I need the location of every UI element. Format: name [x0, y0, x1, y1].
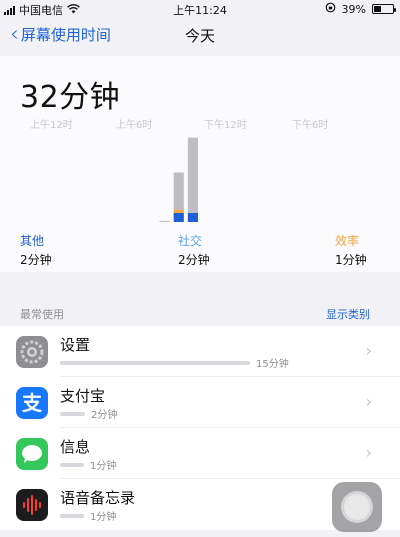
- app-row-alipay[interactable]: 支 支付宝 2分钟 ›: [0, 377, 400, 428]
- category-value: 2分钟: [20, 253, 52, 267]
- app-row-messages[interactable]: 信息 1分钟 ›: [0, 428, 400, 479]
- app-time: 2分钟: [91, 410, 118, 421]
- app-name: 语音备忘录: [60, 489, 136, 507]
- usage-bar: [60, 463, 84, 467]
- category-name: 其他: [20, 234, 45, 248]
- show-categories-link[interactable]: 显示类别: [326, 306, 370, 322]
- category-social[interactable]: 社交 2分钟: [178, 232, 210, 268]
- summary-card: 32分钟 上午12时 上午6时 下午12时 下午6时 其他 2分钟 社交 2分钟…: [0, 56, 400, 272]
- chevron-right-icon: ›: [365, 443, 372, 462]
- usage-bar: [60, 412, 85, 416]
- orientation-lock-icon: [325, 2, 336, 16]
- app-name: 信息: [60, 438, 91, 456]
- chart-bar-segment: [159, 220, 170, 222]
- chevron-right-icon: ›: [365, 341, 372, 360]
- chevron-right-icon: ›: [365, 392, 372, 411]
- chart-bar-segment: [187, 213, 198, 222]
- settings-icon: [16, 336, 48, 368]
- app-name: 支付宝: [60, 387, 106, 405]
- app-name: 设置: [60, 336, 91, 354]
- usage-bar: [60, 514, 84, 518]
- category-value: 1分钟: [335, 253, 367, 267]
- voice-memos-icon: [16, 489, 48, 521]
- chart-bar-segment: [173, 209, 184, 213]
- page-title: 今天: [184, 27, 215, 45]
- chart-bar-segment: [173, 172, 184, 210]
- category-value: 2分钟: [178, 253, 210, 267]
- battery-percent: 39%: [341, 2, 366, 16]
- battery-icon: [372, 4, 396, 14]
- category-productivity[interactable]: 效率 1分钟: [335, 232, 367, 268]
- usage-bar: [60, 361, 250, 365]
- most-used-header: 最常使用 显示类别: [20, 306, 370, 322]
- usage-chart: [159, 137, 198, 222]
- messages-icon: [16, 438, 48, 470]
- app-row-settings[interactable]: 设置 15分钟 ›: [0, 326, 400, 377]
- app-time: 1分钟: [90, 512, 117, 523]
- alipay-icon: 支: [16, 387, 48, 419]
- total-time: 32分钟: [20, 80, 121, 115]
- section-title: 最常使用: [20, 308, 64, 321]
- assistive-touch-icon: [341, 491, 373, 523]
- assistive-touch-button[interactable]: [332, 482, 382, 532]
- chart-bar-segment: [173, 213, 184, 222]
- category-other[interactable]: 其他 2分钟: [20, 232, 52, 268]
- category-name: 效率: [335, 234, 360, 248]
- app-time: 1分钟: [90, 461, 117, 472]
- app-time: 15分钟: [256, 359, 289, 370]
- nav-bar: ‹ 屏幕使用时间 今天: [0, 18, 400, 52]
- category-name: 社交: [178, 234, 203, 248]
- chart-bar-segment: [187, 137, 198, 213]
- status-bar: 中国电信 上午11:24 39%: [0, 0, 400, 18]
